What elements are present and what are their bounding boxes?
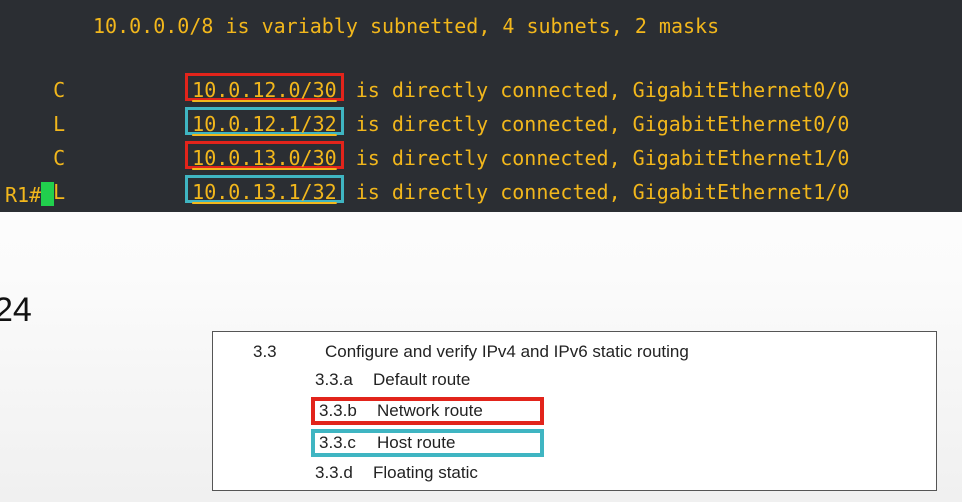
section-title: Configure and verify IPv4 and IPv6 stati… <box>325 342 689 361</box>
route-entry: L 10.0.13.1/32 is directly connected, Gig… <box>5 147 849 204</box>
cursor-block <box>41 182 55 206</box>
route-entry: C 10.0.13.0/30 is directly connected, Gig… <box>5 113 849 170</box>
topic-item: 3.3.c Host route <box>311 429 544 457</box>
route-code: L <box>53 180 66 204</box>
side-label: 24 <box>0 291 32 329</box>
prompt-text: R1# <box>5 183 42 207</box>
topic-number: 3.3.b <box>319 401 357 420</box>
topic-item: 3.3.a Default route <box>311 367 474 395</box>
topic-item: 3.3.b Network route <box>311 397 544 425</box>
exam-topic-table: 3.3 Configure and verify IPv4 and IPv6 s… <box>212 331 937 491</box>
topic-number: 3.3.a <box>315 370 353 389</box>
topic-label: Host route <box>377 433 456 452</box>
topic-number: 3.3.d <box>315 463 353 482</box>
cli-prompt[interactable]: R1# <box>5 181 55 209</box>
topic-label: Network route <box>377 401 483 420</box>
topic-number: 3.3.c <box>319 433 356 452</box>
route-entry: C 10.0.12.0/30 is directly connected, Gig… <box>5 45 849 102</box>
topic-label: Default route <box>373 370 471 389</box>
subnet-summary-line: 10.0.0.0/8 is variably subnetted, 4 subn… <box>93 14 720 38</box>
topic-label: Floating static <box>373 463 478 482</box>
route-network: 10.0.13.1/32 <box>185 175 344 204</box>
route-entry: L 10.0.12.1/32 is directly connected, Gig… <box>5 79 849 136</box>
terminal-output: 10.0.0.0/8 is variably subnetted, 4 subn… <box>0 0 962 212</box>
route-description: is directly connected, GigabitEthernet1/… <box>343 180 850 204</box>
topic-item: 3.3.d Floating static <box>311 460 482 488</box>
section-number: 3.3 <box>253 342 277 361</box>
